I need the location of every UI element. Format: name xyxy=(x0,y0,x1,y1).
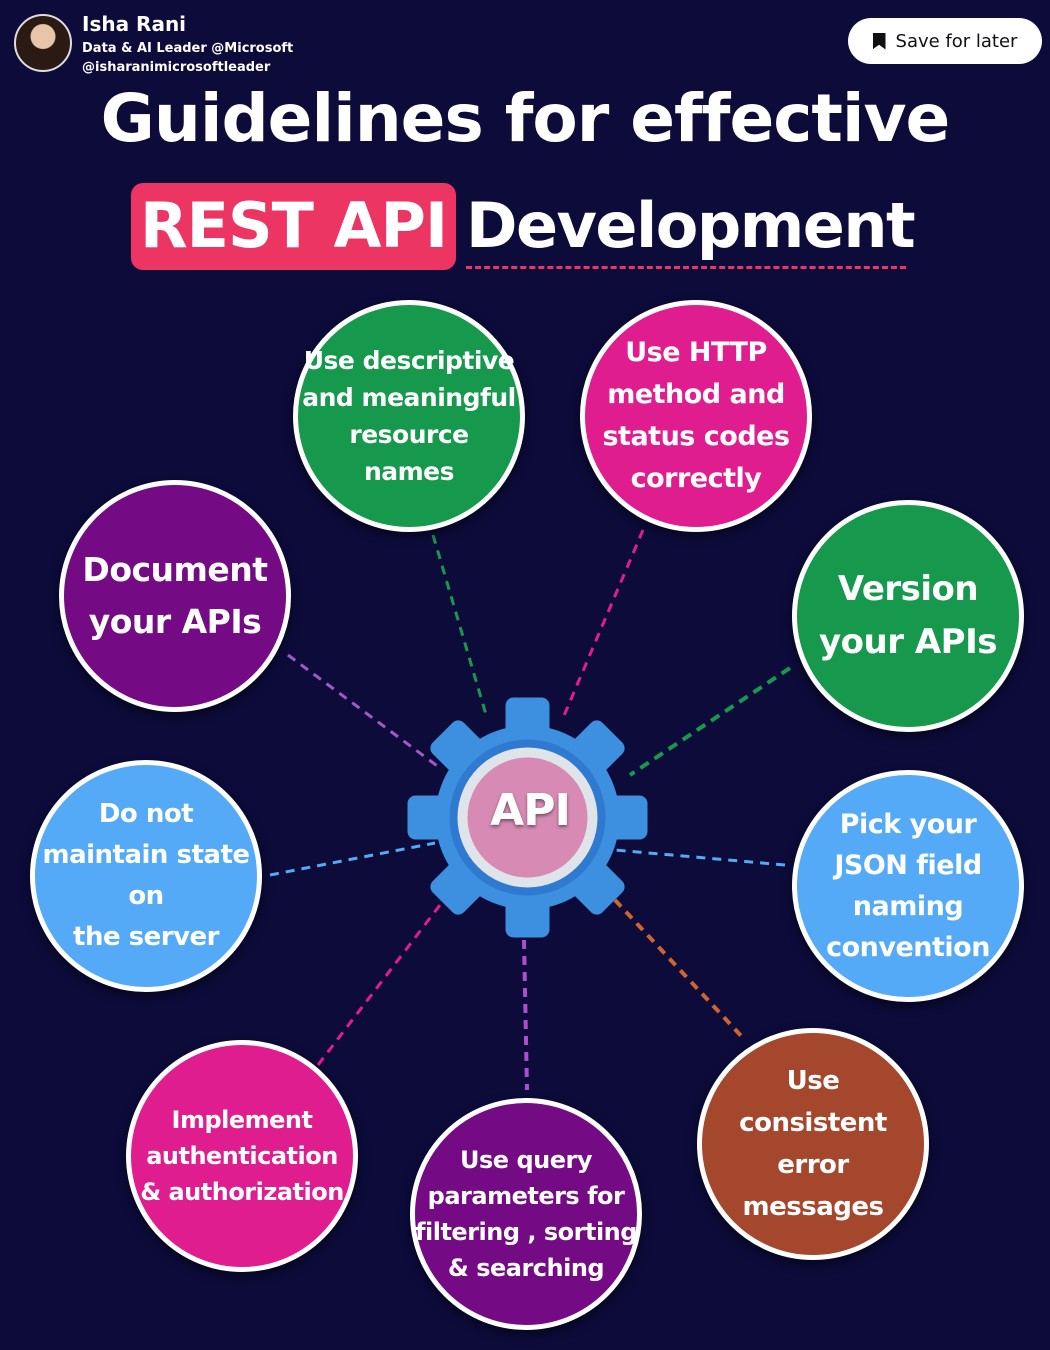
connector-line xyxy=(431,534,489,719)
connector-line xyxy=(628,666,792,777)
guideline-auth: Implement authentication & authorization xyxy=(126,1040,358,1272)
connector-line xyxy=(561,529,645,719)
guideline-json-naming: Pick your JSON field naming convention xyxy=(792,770,1024,1002)
guideline-http-methods: Use HTTP method and status codes correct… xyxy=(580,300,812,532)
guideline-error-messages: Use consistent error messages xyxy=(697,1028,929,1260)
guideline-versioning: Version your APIs xyxy=(792,500,1024,732)
api-label: API xyxy=(490,785,571,836)
guideline-stateless: Do not maintain state on the server xyxy=(30,760,262,992)
connector-line xyxy=(522,939,529,1091)
infographic: Isha Rani Data & AI Leader @Microsoft @i… xyxy=(0,0,1050,1350)
guideline-resource-names: Use descriptive and meaningful resource … xyxy=(293,300,525,532)
guideline-query-parameters: Use query parameters for filtering , sor… xyxy=(410,1098,642,1330)
guideline-documentation: Document your APIs xyxy=(59,480,291,712)
